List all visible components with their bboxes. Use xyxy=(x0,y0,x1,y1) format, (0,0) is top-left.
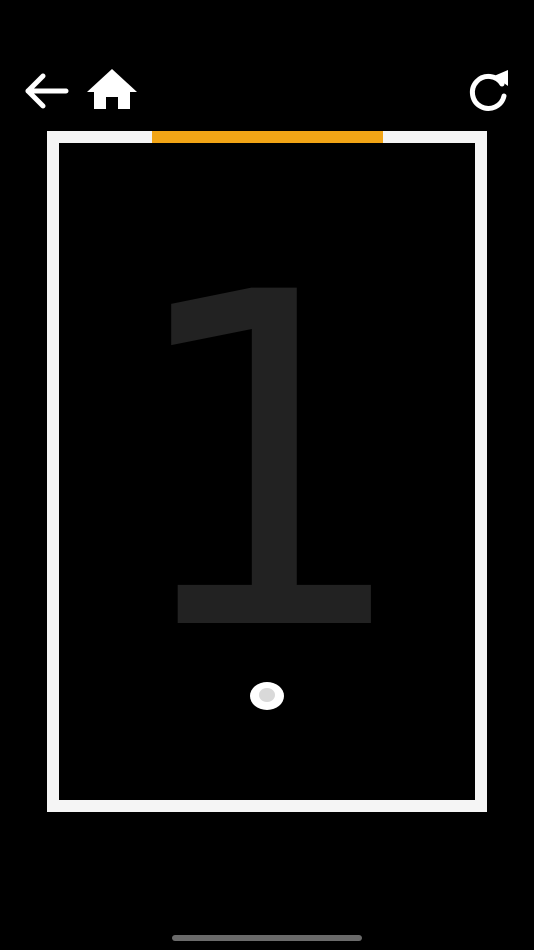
back-button[interactable] xyxy=(22,70,70,112)
home-indicator[interactable] xyxy=(172,935,362,941)
refresh-icon xyxy=(469,70,508,111)
arrow-left-icon xyxy=(25,73,69,109)
restart-button[interactable] xyxy=(462,66,514,114)
home-button[interactable] xyxy=(84,66,140,112)
goal-zone xyxy=(152,131,383,143)
score-display: 1 xyxy=(120,197,414,732)
ball[interactable] xyxy=(250,682,284,710)
home-icon xyxy=(87,69,137,109)
ball-highlight xyxy=(259,688,275,702)
